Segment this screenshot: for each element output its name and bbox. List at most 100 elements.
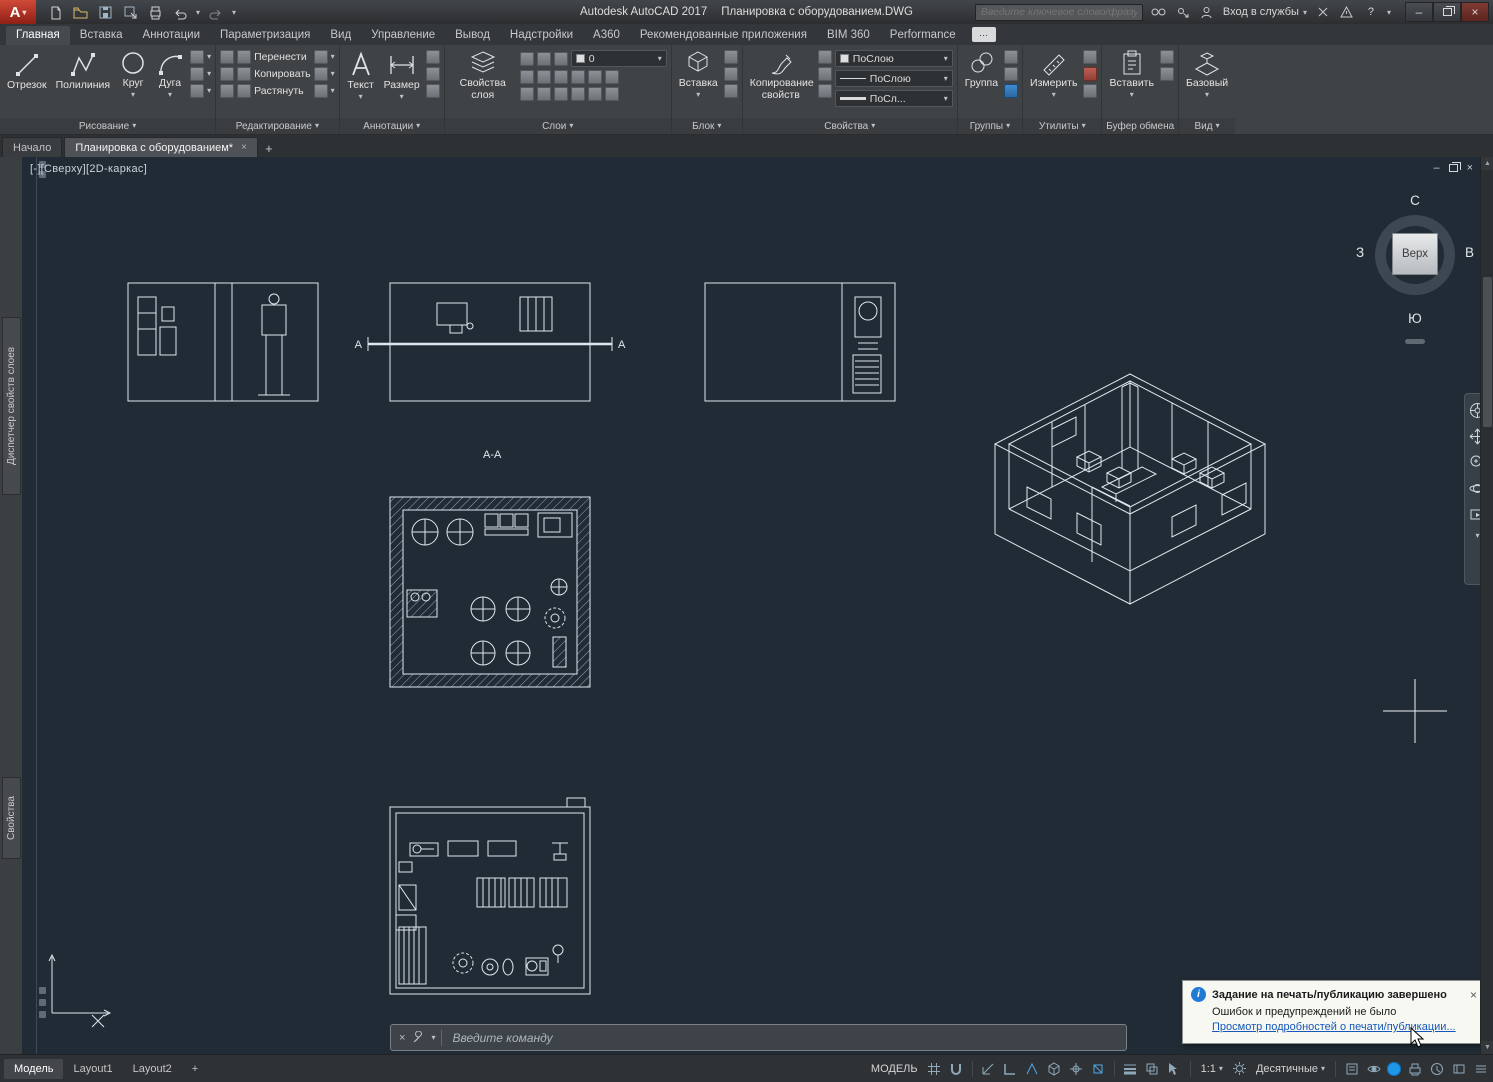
save-button[interactable] — [96, 4, 114, 21]
ribbon-tab-addins[interactable]: Надстройки — [500, 26, 583, 45]
layer-off-icon[interactable] — [519, 51, 534, 66]
undo-button[interactable] — [171, 4, 189, 21]
panel-footer-draw[interactable]: Рисование ▾ — [0, 118, 216, 134]
annotation-scale-control[interactable]: 1:1 ▾ — [1198, 1063, 1226, 1075]
layer-unisolate-icon[interactable] — [553, 70, 568, 84]
window-minimize-button[interactable]: – — [1405, 2, 1433, 22]
ribbon-tab-insert[interactable]: Вставка — [70, 26, 133, 45]
layer-isolate-icon[interactable] — [536, 70, 551, 84]
file-tab-drawing[interactable]: Планировка с оборудованием* × — [64, 137, 258, 157]
drawing-canvas[interactable]: А А А-А — [22, 157, 1493, 1054]
paste-button[interactable]: Вставить ▾ — [1106, 48, 1157, 100]
file-tab-start[interactable]: Начало — [2, 137, 63, 157]
ribbon-tab-featured-apps[interactable]: Рекомендованные приложения — [630, 26, 817, 45]
panel-footer-modify[interactable]: Редактирование ▾ — [216, 118, 339, 134]
lineweight-icon[interactable] — [817, 84, 832, 98]
arc-button[interactable]: Дуга ▾ — [153, 48, 187, 100]
leader-tool-icon[interactable] — [425, 50, 440, 64]
layout-tab-layout2[interactable]: Layout2 — [123, 1059, 182, 1079]
scroll-down-icon[interactable]: ▼ — [1481, 1041, 1493, 1054]
scroll-up-icon[interactable]: ▲ — [1481, 157, 1493, 170]
close-icon[interactable]: × — [241, 142, 247, 153]
stretch-tool-icon[interactable] — [237, 84, 252, 98]
object-color-icon[interactable] — [817, 50, 832, 64]
viewcube-top-face[interactable]: Верх — [1392, 233, 1438, 275]
block-edit-icon[interactable] — [723, 50, 738, 64]
copy-clip-icon[interactable] — [1159, 67, 1174, 81]
layer-freeze-vp-icon[interactable] — [536, 87, 551, 101]
ribbon-tab-a360[interactable]: A360 — [583, 26, 630, 45]
clean-screen-icon[interactable] — [1450, 1060, 1467, 1077]
command-close-icon[interactable]: × — [399, 1032, 405, 1044]
infer-constraints-icon[interactable] — [980, 1060, 997, 1077]
ortho-icon[interactable] — [1002, 1060, 1019, 1077]
insert-block-button[interactable]: Вставка ▾ — [676, 48, 721, 100]
stretch-label[interactable]: Растянуть — [254, 85, 304, 97]
undo-dropdown-chevron-icon[interactable]: ▾ — [196, 8, 200, 17]
drawing-restore-button[interactable] — [1448, 162, 1461, 172]
alert-icon[interactable] — [1339, 4, 1355, 20]
tray-updates-icon[interactable] — [1428, 1060, 1445, 1077]
viewcube-south[interactable]: Ю — [1353, 311, 1477, 326]
grid-icon[interactable] — [926, 1060, 943, 1077]
object-snap-icon[interactable] — [1090, 1060, 1107, 1077]
quick-select-icon[interactable] — [1083, 84, 1098, 98]
mirror-tool-icon[interactable] — [220, 67, 235, 81]
app-menu-button[interactable]: A ▾ — [0, 0, 36, 24]
panel-footer-clipboard[interactable]: Буфер обмена — [1102, 118, 1178, 134]
snap-icon[interactable] — [948, 1060, 965, 1077]
move-tool-icon[interactable] — [237, 50, 252, 64]
group-selection-icon[interactable] — [1004, 84, 1019, 98]
chevron-down-icon[interactable]: ▾ — [431, 1033, 435, 1042]
lineweight-select[interactable]: ПоСл... ▾ — [834, 90, 953, 107]
panel-footer-annotation[interactable]: Аннотации ▾ — [339, 118, 444, 134]
chevron-down-icon[interactable]: ▾ — [1475, 532, 1479, 540]
panel-footer-groups[interactable]: Группы ▾ — [957, 118, 1023, 134]
layer-freeze-icon[interactable] — [536, 51, 551, 66]
a360-icon[interactable] — [1315, 4, 1331, 20]
window-close-button[interactable]: × — [1461, 2, 1489, 22]
measure-button[interactable]: Измерить ▾ — [1027, 48, 1080, 100]
polyline-button[interactable]: Полилиния — [53, 48, 114, 93]
panel-footer-properties[interactable]: Свойства ▾ — [742, 118, 957, 134]
markup-tool-icon[interactable] — [425, 84, 440, 98]
window-restore-button[interactable] — [1433, 2, 1461, 22]
panel-footer-view[interactable]: Вид ▾ — [1178, 118, 1236, 134]
rectangle-tool-icon[interactable] — [190, 50, 205, 64]
layer-thaw-icon[interactable] — [604, 87, 619, 101]
command-input[interactable]: Введите команду — [452, 1031, 552, 1045]
ribbon-tab-bim360[interactable]: BIM 360 — [817, 26, 880, 45]
scrollbar-thumb[interactable] — [1483, 277, 1492, 427]
ribbon-tab-parametric[interactable]: Параметризация — [210, 26, 320, 45]
circle-button[interactable]: Круг ▾ — [116, 48, 150, 100]
layer-on-all-icon[interactable] — [587, 87, 602, 101]
new-button[interactable] — [46, 4, 64, 21]
cut-icon[interactable] — [1159, 50, 1174, 64]
dimension-button[interactable]: Размер ▾ — [381, 48, 423, 102]
units-control[interactable]: Десятичные ▾ — [1253, 1063, 1328, 1075]
viewcube-north[interactable]: С — [1353, 193, 1477, 208]
scale-tool-icon[interactable] — [220, 84, 235, 98]
help-dropdown-chevron-icon[interactable]: ▾ — [1387, 8, 1391, 17]
panel-footer-utilities[interactable]: Утилиты ▾ — [1023, 118, 1102, 134]
polar-tracking-icon[interactable] — [1024, 1060, 1041, 1077]
ribbon-tab-annotate[interactable]: Аннотации — [133, 26, 210, 45]
viewcube-home-icon[interactable] — [1405, 339, 1425, 344]
id-point-icon[interactable] — [1083, 67, 1098, 81]
lineweight-display-icon[interactable] — [1122, 1060, 1139, 1077]
redo-button[interactable] — [207, 4, 225, 21]
transparency-icon[interactable] — [1144, 1060, 1161, 1077]
plot-button[interactable] — [146, 4, 164, 21]
block-define-attr-icon[interactable] — [723, 67, 738, 81]
move-label[interactable]: Перенести — [254, 51, 307, 63]
hardware-acceleration-icon[interactable] — [1387, 1061, 1401, 1076]
tray-printer-icon[interactable] — [1406, 1060, 1423, 1077]
group-button[interactable]: Группа — [962, 48, 1001, 91]
ribbon-tab-view[interactable]: Вид — [320, 26, 361, 45]
new-drawing-tab-button[interactable]: + — [260, 139, 278, 157]
color-select[interactable]: ПоСлою ▾ — [834, 50, 953, 67]
isolate-objects-icon[interactable] — [1365, 1060, 1382, 1077]
match-properties-button[interactable]: Копирование свойств — [747, 48, 815, 102]
base-view-button[interactable]: Базовый ▾ — [1183, 48, 1231, 100]
layer-lock-icon[interactable] — [553, 51, 568, 66]
